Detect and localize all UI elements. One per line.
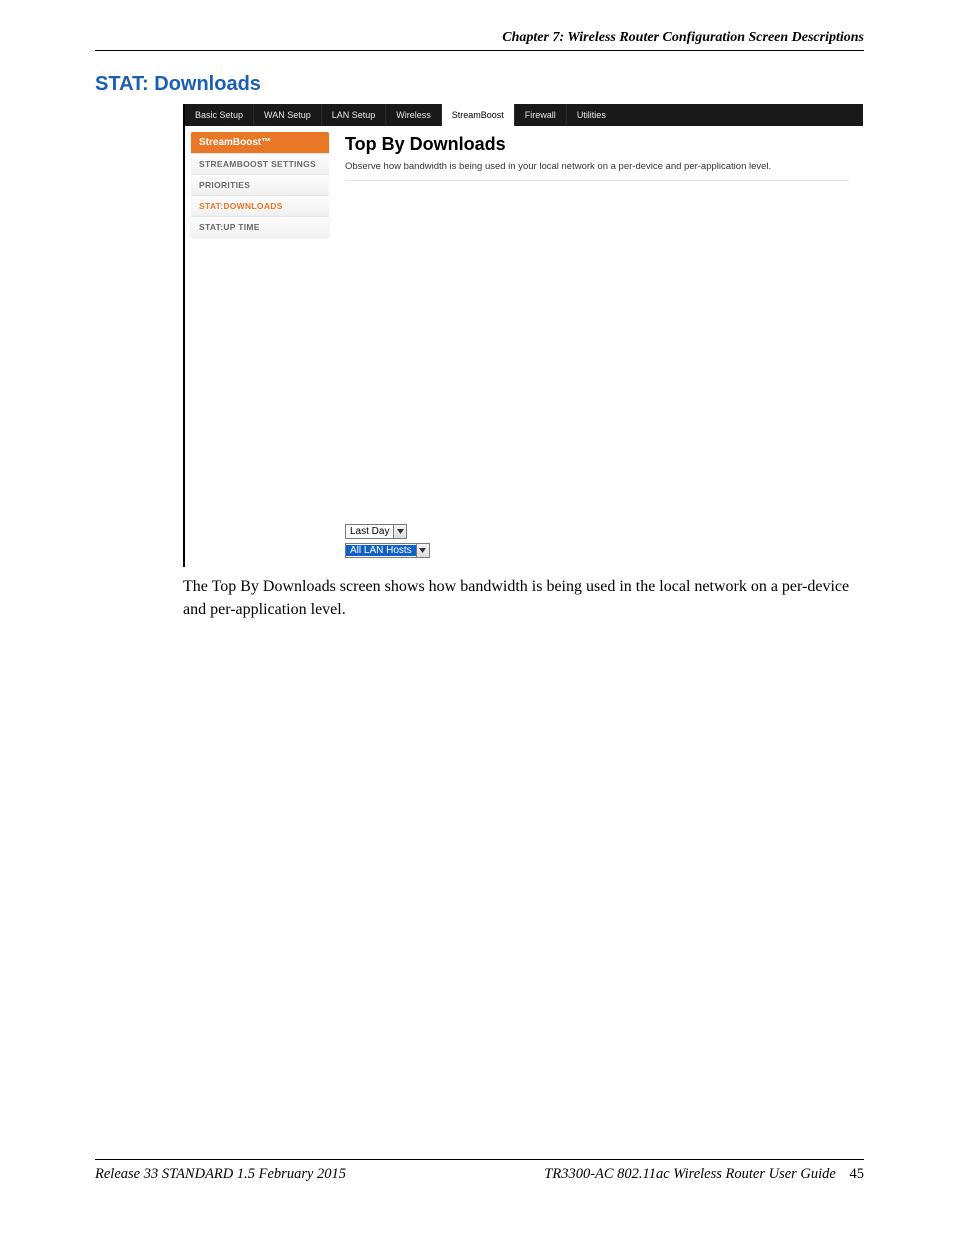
section-title: STAT: Downloads bbox=[95, 73, 864, 96]
document-page: Chapter 7: Wireless Router Configuration… bbox=[0, 0, 954, 1235]
divider bbox=[345, 180, 849, 181]
content-title: Top By Downloads bbox=[345, 134, 849, 155]
content-description: Observe how bandwidth is being used in y… bbox=[345, 161, 849, 172]
content-panel: Top By Downloads Observe how bandwidth i… bbox=[335, 126, 863, 567]
sidebar-item-stat-downloads[interactable]: STAT:DOWNLOADS bbox=[191, 195, 329, 216]
filter-controls: Last Day All LAN Hosts bbox=[345, 521, 849, 559]
footer-doc-name: TR3300-AC 802.11ac Wireless Router User … bbox=[544, 1166, 836, 1182]
period-select[interactable]: Last Day bbox=[345, 524, 407, 539]
screenshot-figure: Basic Setup WAN Setup LAN Setup Wireless… bbox=[183, 104, 863, 567]
chart-area-empty bbox=[345, 187, 849, 517]
footer-release-info: Release 33 STANDARD 1.5 February 2015 bbox=[95, 1166, 346, 1183]
footer-doc-title: TR3300-AC 802.11ac Wireless Router User … bbox=[544, 1166, 864, 1183]
dropdown-icon bbox=[393, 525, 406, 538]
tab-utilities[interactable]: Utilities bbox=[567, 104, 616, 126]
page-number: 45 bbox=[850, 1166, 865, 1182]
sidebar: StreamBoost™ STREAMBOOST SETTINGS PRIORI… bbox=[185, 126, 335, 567]
hosts-select-value: All LAN Hosts bbox=[346, 545, 416, 556]
tab-firewall[interactable]: Firewall bbox=[515, 104, 567, 126]
chapter-header: Chapter 7: Wireless Router Configuration… bbox=[95, 30, 864, 51]
tab-wireless[interactable]: Wireless bbox=[386, 104, 442, 126]
dropdown-icon bbox=[416, 544, 429, 557]
tab-lan-setup[interactable]: LAN Setup bbox=[322, 104, 387, 126]
sidebar-section-header[interactable]: StreamBoost™ bbox=[191, 132, 329, 153]
hosts-select[interactable]: All LAN Hosts bbox=[345, 543, 430, 558]
top-nav-tabs: Basic Setup WAN Setup LAN Setup Wireless… bbox=[185, 104, 863, 126]
sidebar-item-priorities[interactable]: PRIORITIES bbox=[191, 174, 329, 195]
figure-caption: The Top By Downloads screen shows how ba… bbox=[183, 575, 873, 621]
sidebar-item-stat-uptime[interactable]: STAT:UP TIME bbox=[191, 216, 329, 237]
tab-basic-setup[interactable]: Basic Setup bbox=[185, 104, 254, 126]
sidebar-item-settings[interactable]: STREAMBOOST SETTINGS bbox=[191, 153, 329, 174]
tab-streamboost[interactable]: StreamBoost bbox=[442, 104, 515, 126]
page-footer: Release 33 STANDARD 1.5 February 2015 TR… bbox=[95, 1159, 864, 1183]
period-select-value: Last Day bbox=[346, 526, 393, 537]
tab-wan-setup[interactable]: WAN Setup bbox=[254, 104, 322, 126]
